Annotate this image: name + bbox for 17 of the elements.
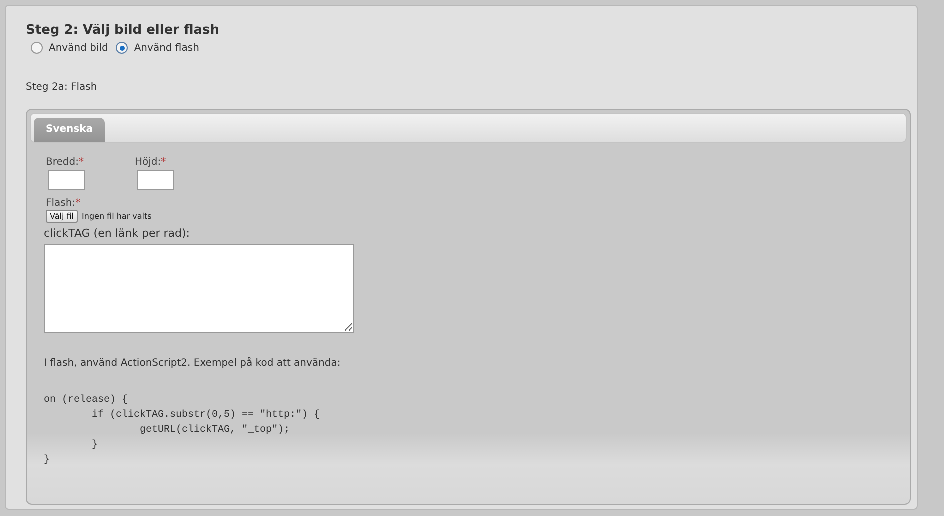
field-label: Höjd:*	[135, 157, 168, 168]
input-field[interactable]	[48, 170, 85, 190]
radio-button[interactable]	[116, 42, 128, 54]
file-status: Ingen fil har valts	[82, 212, 152, 221]
field-label: clickTAG (en länk per rad):	[44, 227, 191, 240]
step-heading: Steg 2: Välj bild eller flash	[26, 23, 220, 38]
radio-button[interactable]	[31, 42, 43, 54]
field-label: Bredd:*	[46, 157, 85, 168]
instructions-text: I flash, använd ActionScript2. Exempel på kod att använda:	[44, 358, 342, 369]
code-example: on (release) { if (clickTAG.substr(0,5) == "http:") { getURL(clickTAG, "_top"); } }	[44, 394, 322, 468]
radio-label[interactable]: Använd flash	[134, 42, 200, 54]
field-label: Flash:*	[46, 198, 82, 209]
section-heading: Steg 2a: Flash	[26, 82, 98, 93]
choose-file-button[interactable]: Välj fil	[46, 210, 78, 223]
input-field[interactable]	[137, 170, 174, 190]
clicktag-textarea[interactable]	[44, 244, 354, 333]
radio-label[interactable]: Använd bild	[49, 42, 108, 54]
